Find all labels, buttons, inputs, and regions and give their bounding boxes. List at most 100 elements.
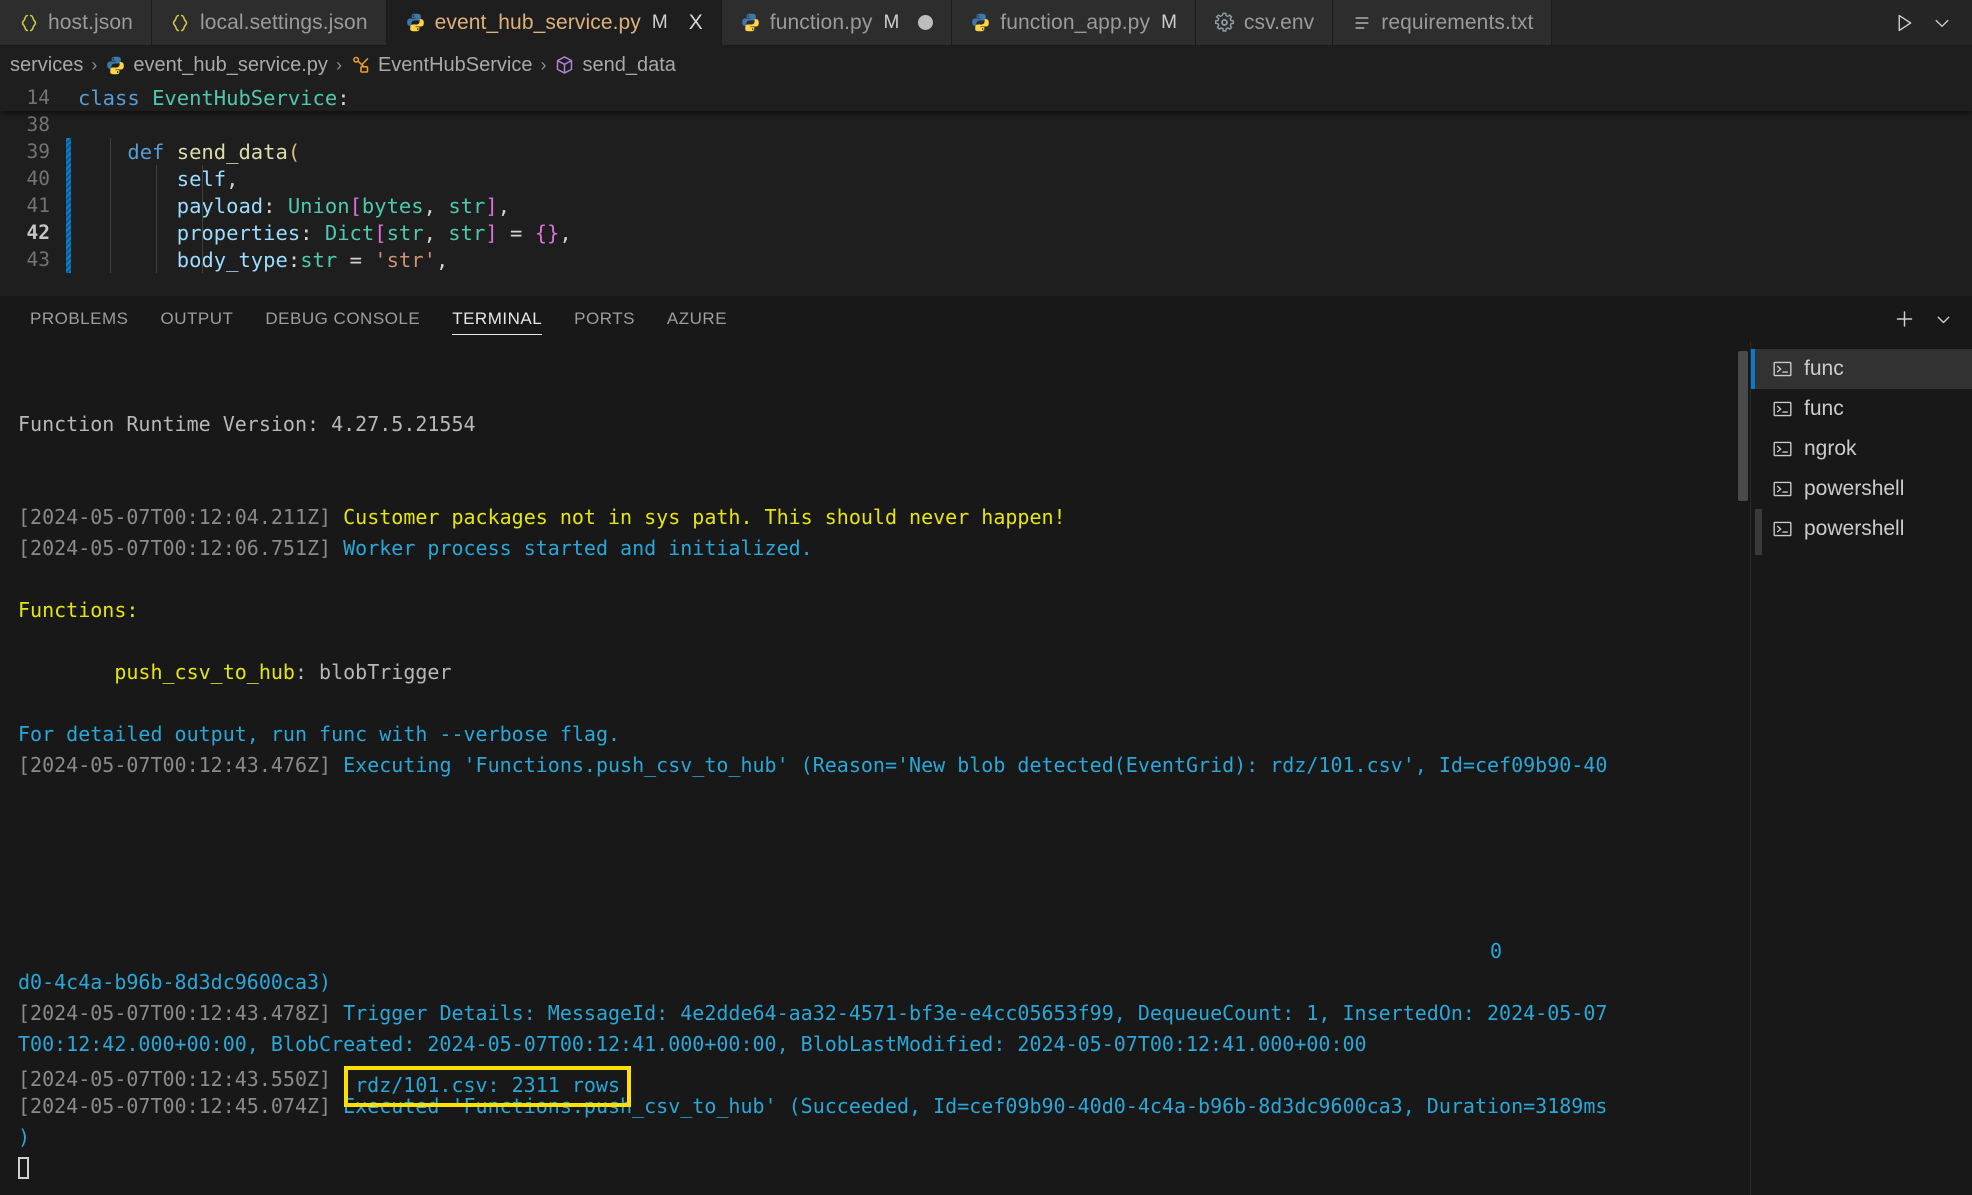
line-number: 42 [26,221,50,244]
run-play-icon[interactable] [1894,12,1915,33]
code-line[interactable]: 39 def send_data( [0,138,1972,165]
editor-tab-host-json[interactable]: host.json [0,0,152,45]
terminal-cursor [18,1157,29,1179]
terminal-scrollbar-thumb[interactable] [1738,351,1748,501]
terminal-timestamp: [2024-05-07T00:12:06.751Z] [18,536,344,560]
editor-tab-modified-badge: M [651,11,668,33]
editor-tab-modified-badge: M [1161,11,1177,33]
terminal-text: T00:12:42.000+00:00, BlobCreated: 2024-0… [18,1032,1367,1056]
code-line-text: class EventHubService: [78,85,350,110]
terminal-text: 0 [1489,939,1502,963]
python-icon [740,12,761,33]
panel-tab-problems[interactable]: PROBLEMS [14,296,144,341]
terminal-timestamp: [2024-05-07T00:12:45.074Z] [18,1094,344,1118]
terminal-timestamp: [2024-05-07T00:12:43.550Z] [18,1067,344,1091]
editor-tab-csv-env[interactable]: csv.env [1195,0,1334,45]
editor-tab-unsaved-dot-icon[interactable] [918,15,934,30]
breadcrumb-item-label: send_data [582,53,676,76]
terminal-icon [1772,359,1793,380]
chevron-down-icon[interactable] [1931,12,1952,33]
editor-actions [1874,0,1972,45]
terminal-text: ) [18,1125,31,1149]
breadcrumb-item-send-data[interactable]: send_data [554,53,676,77]
breadcrumb-item-event-hub-service-py[interactable]: event_hub_service.py [105,54,328,77]
class-symbol-icon [350,55,371,76]
code-line-current[interactable]: 42 properties: Dict[str, str] = {}, [0,219,1972,246]
panel-tab-output[interactable]: OUTPUT [144,296,249,341]
terminal-list-item-ngrok-2[interactable]: ngrok [1751,429,1972,469]
editor-tab-local-settings-json[interactable]: local.settings.json [151,0,387,45]
highlighted-row-count-annotation: rdz/101.csv: 2311 rows [344,1066,632,1107]
gear-icon [1214,12,1235,33]
editor-tab-function-app-py[interactable]: function_app.py M [952,0,1196,45]
terminal-list-item-powershell-4[interactable]: powershell [1751,509,1972,549]
terminal-list-item-func-0[interactable]: func [1751,349,1972,389]
editor-tab-close-icon[interactable]: X [689,12,703,33]
terminal-list-item-label: powershell [1804,477,1905,500]
new-terminal-plus-icon[interactable] [1894,308,1915,329]
terminal-text: Executing 'Functions.push_csv_to_hub' (R… [343,753,1608,777]
panel-tab-ports[interactable]: PORTS [558,296,651,341]
terminal-list-item-powershell-3[interactable]: powershell [1751,469,1972,509]
panel-tab-terminal[interactable]: TERMINAL [436,296,558,341]
terminal-icon [1772,519,1793,540]
terminal-list-item-label: powershell [1804,517,1905,540]
breadcrumb-item-eventhubservice[interactable]: EventHubService [350,53,533,77]
python-icon [405,12,426,33]
editor-tab-label: host.json [48,10,133,34]
terminal-text: push_csv_to_hub [18,660,295,684]
line-number: 14 [26,86,50,109]
panel-chevron-down-icon[interactable] [1933,308,1954,329]
vscode-window: host.json local.settings.json event_hub_se… [0,0,1972,1195]
terminal-line: [2024-05-07T00:12:43.478Z] Trigger Detai… [18,998,1750,1029]
breadcrumb-item-label: EventHubService [377,53,533,76]
editor-tab-label: local.settings.json [199,10,368,34]
terminal-line: push_csv_to_hub: blobTrigger [18,657,1750,688]
terminal-list-item-label: ngrok [1804,437,1857,460]
editor-tab-label: csv.env [1243,10,1315,34]
terminal-list-item-func-1[interactable]: func [1751,389,1972,429]
breadcrumb-item-services[interactable]: services [10,54,83,77]
editor-tab-requirements-txt[interactable]: requirements.txt [1333,0,1553,45]
sticky-scroll-line[interactable]: 14 class EventHubService: [0,84,1972,111]
panel-tab-debug-console[interactable]: DEBUG CONSOLE [249,296,436,341]
code-line[interactable]: 38 [0,111,1972,138]
terminal-list-item-label: func [1804,397,1844,420]
editor-tab-event-hub-service-py[interactable]: event_hub_service.py M X [386,0,722,46]
code-line-text: def send_data( [127,139,301,164]
breadcrumb-separator-icon: › [91,54,98,75]
terminal-output[interactable]: Function Runtime Version: 4.27.5.21554 [… [0,341,1750,1195]
code-line-text: self, [177,166,239,191]
line-number: 43 [26,248,50,271]
terminal-line [18,1153,1750,1184]
code-editor[interactable]: 14 class EventHubService: 38 39 def send… [0,84,1972,296]
editor-tab-label: requirements.txt [1381,10,1534,34]
terminal-text: For detailed output, run func with --ver… [18,722,621,746]
code-line[interactable]: 43 body_type:str = 'str', [0,246,1972,273]
terminal-scrollbar[interactable] [1736,341,1750,1195]
indent-guide [110,138,111,273]
code-line[interactable]: 40 self, [0,165,1972,192]
editor-tab-function-py[interactable]: function.py M [721,0,953,45]
panel-tab-azure[interactable]: AZURE [651,296,743,341]
editor-tab-bar: host.json local.settings.json event_hub_se… [0,0,1972,46]
terminal-text: Worker process started and initialized. [343,536,813,560]
panel-tab-bar: PROBLEMS OUTPUT DEBUG CONSOLE TERMINAL PORTS… [0,296,1972,341]
panel-actions [1894,308,1972,329]
code-lines[interactable]: 38 39 def send_data( 40 self, 41 payload… [0,111,1972,273]
code-line-text: body_type:str = 'str', [176,247,449,272]
editor-tab-label: event_hub_service.py [434,10,641,34]
code-line[interactable]: 41 payload: Union[bytes, str], [0,192,1972,219]
indent-guide [202,165,203,273]
python-icon [970,12,991,33]
json-braces-icon [18,12,39,33]
terminal-timestamp: [2024-05-07T00:12:04.211Z] [18,505,344,529]
method-symbol-icon [554,55,575,76]
